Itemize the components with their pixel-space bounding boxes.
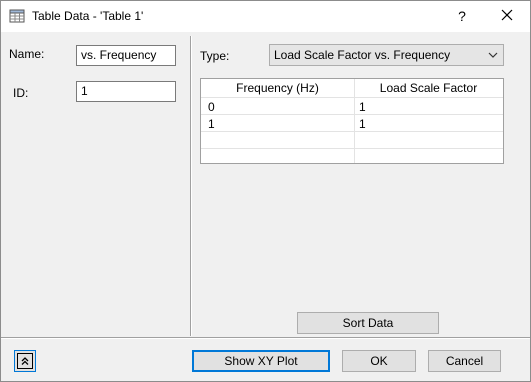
row-separator bbox=[201, 114, 503, 115]
double-chevron-up-icon bbox=[17, 353, 33, 369]
row-separator bbox=[201, 131, 503, 132]
footer-divider bbox=[1, 337, 530, 339]
table-data-dialog: Table Data - 'Table 1' ? Name: vs. Frequ… bbox=[0, 0, 531, 382]
sort-data-button[interactable]: Sort Data bbox=[297, 312, 439, 334]
column-header-frequency[interactable]: Frequency (Hz) bbox=[201, 81, 354, 95]
close-icon bbox=[501, 9, 513, 24]
window-title: Table Data - 'Table 1' bbox=[32, 9, 144, 23]
type-dropdown[interactable]: Load Scale Factor vs. Frequency bbox=[269, 44, 504, 66]
column-header-load-scale-factor[interactable]: Load Scale Factor bbox=[354, 81, 503, 95]
table-cell-load-scale-factor[interactable]: 1 bbox=[359, 100, 366, 114]
cancel-button[interactable]: Cancel bbox=[428, 350, 501, 372]
id-label: ID: bbox=[13, 86, 29, 100]
table-icon bbox=[9, 8, 25, 24]
table-header: Frequency (Hz) Load Scale Factor bbox=[201, 79, 503, 97]
table-cell-load-scale-factor[interactable]: 1 bbox=[359, 117, 366, 131]
name-label: Name: bbox=[9, 47, 45, 61]
type-label: Type: bbox=[200, 49, 230, 63]
show-xy-plot-button[interactable]: Show XY Plot bbox=[192, 350, 330, 372]
chevron-down-icon bbox=[487, 48, 499, 62]
table-cell-frequency[interactable]: 1 bbox=[208, 117, 215, 131]
column-separator bbox=[354, 79, 355, 163]
table-grid[interactable]: Frequency (Hz) Load Scale Factor 0 1 1 1 bbox=[200, 78, 504, 164]
row-separator bbox=[201, 148, 503, 149]
expand-button[interactable] bbox=[14, 350, 36, 372]
ok-button[interactable]: OK bbox=[342, 350, 416, 372]
title-bar[interactable]: Table Data - 'Table 1' ? bbox=[1, 1, 530, 32]
panel-divider bbox=[190, 36, 192, 336]
table-cell-frequency[interactable]: 0 bbox=[208, 100, 215, 114]
row-separator bbox=[201, 97, 503, 98]
close-button[interactable] bbox=[490, 2, 524, 30]
name-field[interactable]: vs. Frequency bbox=[76, 45, 176, 66]
help-button[interactable]: ? bbox=[446, 2, 478, 30]
type-dropdown-value: Load Scale Factor vs. Frequency bbox=[274, 48, 451, 62]
id-field[interactable]: 1 bbox=[76, 81, 176, 102]
